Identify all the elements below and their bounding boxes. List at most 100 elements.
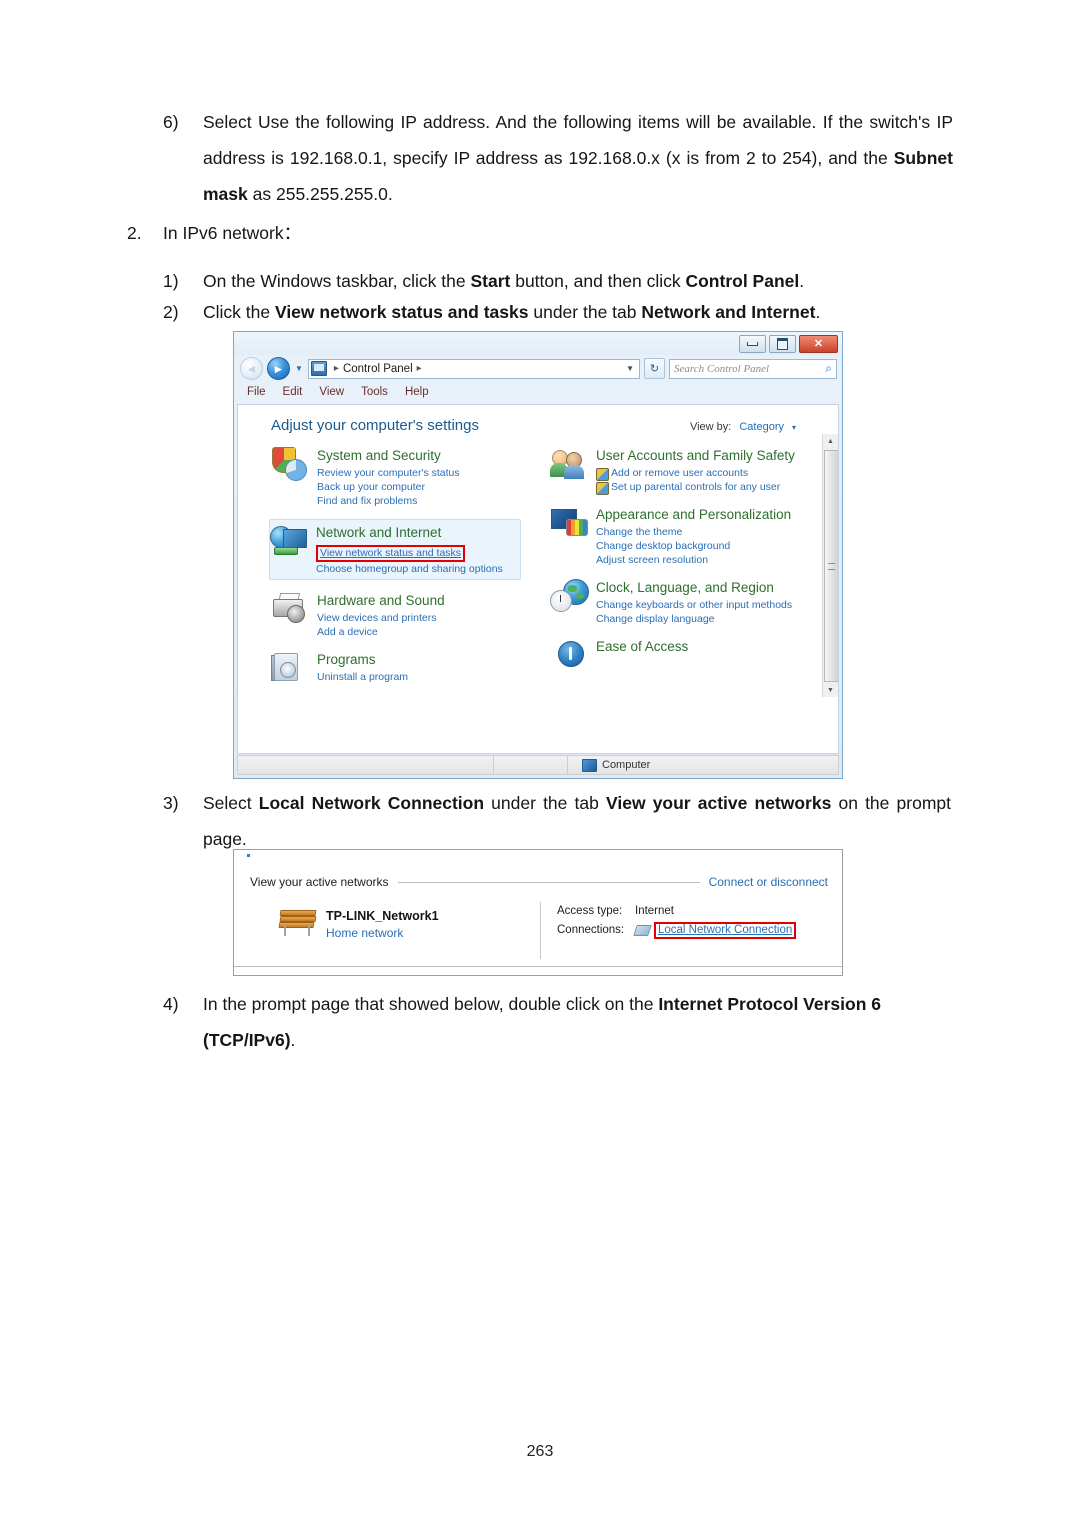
breadcrumb-separator-icon-2[interactable]: ▸ — [417, 363, 422, 374]
menu-item-file[interactable]: File — [247, 386, 266, 398]
step-1-bold-control-panel: Control Panel — [685, 271, 800, 291]
category-column-left: System and Security Review your computer… — [238, 446, 538, 697]
category-title[interactable]: Appearance and Personalization — [596, 506, 791, 523]
clock-globe-icon — [550, 578, 589, 614]
page-title: Adjust your computer's settings — [271, 417, 479, 434]
view-by-control[interactable]: View by: Category ▾ — [690, 417, 826, 433]
scroll-down-icon[interactable]: ▼ — [823, 683, 838, 697]
menu-item-edit[interactable]: Edit — [283, 386, 303, 398]
link-change-the-theme[interactable]: Change the theme — [596, 525, 791, 539]
refresh-button[interactable]: ↻ — [644, 358, 665, 379]
control-panel-content: Adjust your computer's settings View by:… — [237, 404, 839, 754]
link-change-desktop-background[interactable]: Change desktop background — [596, 539, 791, 553]
step-marker-4: 4) — [163, 994, 179, 1014]
category-title[interactable]: Network and Internet — [316, 524, 503, 541]
step-4-text-a: In the prompt page that showed below, do… — [203, 994, 659, 1014]
menu-item-view[interactable]: View — [319, 386, 344, 398]
link-add-or-remove-user-accounts[interactable]: Add or remove user accounts — [596, 466, 795, 481]
scrollbar-thumb[interactable] — [824, 450, 838, 682]
page-number: 263 — [526, 1443, 554, 1460]
link-label: Set up parental controls for any user — [611, 481, 781, 493]
minimize-button[interactable] — [739, 335, 766, 353]
link-find-and-fix-problems[interactable]: Find and fix problems — [317, 494, 460, 508]
search-placeholder: Search Control Panel — [674, 362, 770, 375]
step-6-text-a: Select Use the following IP address. And… — [203, 112, 953, 168]
address-toolbar: ◄ ► ▼ ▸ Control Panel ▸ ▼ ↻ Search Contr… — [234, 355, 842, 382]
section-label: View your active networks — [250, 875, 389, 889]
back-arrow-icon: ◄ — [245, 361, 258, 376]
link-review-computer-status[interactable]: Review your computer's status — [317, 466, 460, 480]
link-adjust-screen-resolution[interactable]: Adjust screen resolution — [596, 553, 791, 567]
category-programs[interactable]: Programs Uninstall a program — [271, 650, 538, 686]
category-system-and-security[interactable]: System and Security Review your computer… — [271, 446, 538, 508]
window-title-bar: ✕ — [234, 332, 842, 355]
chevron-down-icon[interactable]: ▾ — [792, 423, 796, 432]
link-add-a-device[interactable]: Add a device — [317, 625, 445, 639]
monitor-palette-icon — [550, 505, 588, 541]
menu-item-help[interactable]: Help — [405, 386, 429, 398]
step-2b-text-b: under the tab — [528, 302, 642, 322]
network-name[interactable]: TP-LINK_Network1 — [326, 908, 439, 925]
address-dropdown-icon[interactable]: ▼ — [626, 364, 637, 373]
category-title[interactable]: System and Security — [317, 447, 460, 464]
active-networks-header: View your active networks Connect or dis… — [250, 875, 828, 889]
step-2-paragraph: In IPv6 network： — [163, 223, 302, 243]
step-6-text-b: as 255.255.255.0. — [247, 184, 393, 204]
content-header: Adjust your computer's settings View by:… — [238, 405, 838, 434]
category-title[interactable]: Programs — [317, 651, 408, 668]
globe-network-icon — [270, 523, 308, 559]
menu-item-tools[interactable]: Tools — [361, 386, 388, 398]
step-3-text-a: Select — [203, 793, 259, 813]
network-type-link[interactable]: Home network — [326, 925, 439, 942]
category-title[interactable]: Ease of Access — [596, 638, 688, 655]
recent-pages-caret-icon[interactable]: ▼ — [295, 364, 303, 373]
view-by-value[interactable]: Category — [739, 421, 784, 433]
forward-button[interactable]: ► — [267, 357, 290, 380]
step-marker-3: 3) — [163, 793, 179, 813]
breadcrumb-separator-icon: ▸ — [333, 363, 339, 374]
back-button[interactable]: ◄ — [240, 357, 263, 380]
breadcrumb-control-panel[interactable]: Control Panel — [343, 363, 413, 375]
local-network-connection-link[interactable]: Local Network Connection — [658, 924, 792, 936]
status-bar: Computer — [237, 755, 839, 775]
link-view-network-status-and-tasks[interactable]: View network status and tasks — [316, 545, 466, 562]
link-back-up-computer[interactable]: Back up your computer — [317, 480, 460, 494]
maximize-icon — [770, 336, 795, 352]
link-uninstall-a-program[interactable]: Uninstall a program — [317, 670, 408, 684]
category-title[interactable]: Hardware and Sound — [317, 592, 445, 609]
step-3-bold-local-network-connection: Local Network Connection — [258, 793, 485, 813]
address-bar[interactable]: ▸ Control Panel ▸ ▼ — [307, 358, 640, 379]
maximize-button[interactable] — [769, 335, 796, 353]
connect-or-disconnect-link[interactable]: Connect or disconnect — [709, 875, 828, 889]
step-2b-text-a: Click the — [203, 302, 275, 322]
link-view-devices-and-printers[interactable]: View devices and printers — [317, 611, 445, 625]
step-1-bold-start: Start — [470, 271, 511, 291]
link-choose-homegroup-and-sharing-options[interactable]: Choose homegroup and sharing options — [316, 562, 503, 576]
step-1-text-b: button, and then click — [510, 271, 686, 291]
detail-value-access-type: Internet — [635, 905, 674, 917]
forward-arrow-icon: ► — [272, 361, 285, 376]
panel-bottom-divider — [234, 966, 842, 967]
refresh-icon: ↻ — [649, 363, 660, 375]
category-clock-language-and-region[interactable]: Clock, Language, and Region Change keybo… — [550, 578, 838, 626]
close-button[interactable]: ✕ — [799, 335, 838, 353]
shield-icon — [596, 482, 609, 495]
category-ease-of-access[interactable]: Ease of Access — [550, 637, 838, 673]
control-panel-window-screenshot: ✕ ◄ ► ▼ ▸ Control Panel ▸ ▼ ↻ Search Con… — [233, 331, 843, 779]
link-set-up-parental-controls[interactable]: Set up parental controls for any user — [596, 480, 795, 495]
category-network-and-internet[interactable]: Network and Internet View network status… — [269, 519, 521, 580]
category-user-accounts-and-family-safety[interactable]: User Accounts and Family Safety Add or r… — [550, 446, 838, 495]
search-control-panel-input[interactable]: Search Control Panel ⌕ — [669, 358, 837, 379]
step-2b-bold-view-network-status: View network status and tasks — [274, 302, 529, 322]
step-2b-text-c: . — [815, 302, 821, 322]
top-marker-dot-icon — [247, 854, 250, 857]
category-title[interactable]: User Accounts and Family Safety — [596, 447, 795, 464]
category-appearance-and-personalization[interactable]: Appearance and Personalization Change th… — [550, 505, 838, 567]
scroll-up-icon[interactable]: ▲ — [823, 434, 838, 448]
link-change-display-language[interactable]: Change display language — [596, 612, 792, 626]
category-title[interactable]: Clock, Language, and Region — [596, 579, 792, 596]
category-hardware-and-sound[interactable]: Hardware and Sound View devices and prin… — [271, 591, 538, 639]
active-network-row: TP-LINK_Network1 Home network Access typ… — [250, 902, 828, 959]
content-scrollbar[interactable]: ▲ ▼ — [822, 434, 838, 697]
link-change-keyboards-or-other-input-methods[interactable]: Change keyboards or other input methods — [596, 598, 792, 612]
